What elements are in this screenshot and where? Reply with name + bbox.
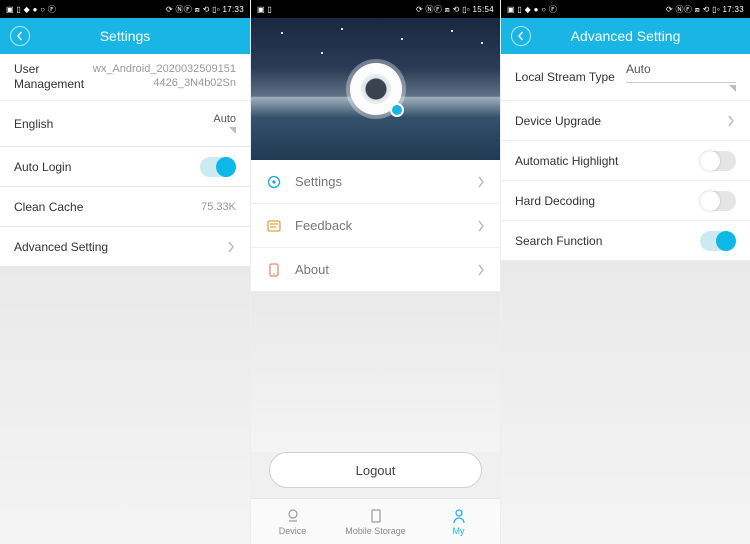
hard-decoding-label: Hard Decoding: [515, 194, 595, 208]
logout-button[interactable]: Logout: [269, 452, 482, 488]
about-icon: [265, 261, 283, 279]
language-value: Auto: [213, 113, 236, 125]
chevron-left-icon: [15, 31, 25, 41]
settings-list: User Management wx_Android_2020032509151…: [0, 54, 250, 267]
menu-settings[interactable]: Settings: [251, 160, 500, 204]
back-button[interactable]: [10, 26, 30, 46]
user-management-value2: 4426_3N4b02Sn: [93, 77, 236, 91]
user-icon: [452, 508, 466, 524]
dropdown-icon: [729, 85, 736, 92]
chevron-left-icon: [516, 31, 526, 41]
clean-cache-row[interactable]: Clean Cache 75.33K: [0, 187, 250, 227]
menu-feedback-label: Feedback: [295, 218, 352, 233]
status-bar: ▣ ▯ ◆ ● ○ Ⓕ ⟳ ⓃⒻ ⧈ ⟲ ▯▫ 17:33: [501, 0, 750, 18]
logout-label: Logout: [356, 463, 396, 478]
screen-settings: ▣ ▯ ◆ ● ○ Ⓕ ⟳ ⓃⒻ ⧈ ⟲ ▯▫ 17:33 Settings U…: [0, 0, 250, 544]
local-stream-label: Local Stream Type: [515, 70, 615, 84]
tab-device[interactable]: Device: [251, 499, 334, 544]
status-bar: ▣ ▯ ⟳ ⓃⒻ ⧈ ⟲ ▯▫ 15:54: [251, 0, 500, 18]
hard-decoding-switch[interactable]: [700, 191, 736, 211]
header-title: Advanced Setting: [571, 28, 681, 44]
header-title: Settings: [100, 28, 151, 44]
device-upgrade-row[interactable]: Device Upgrade: [501, 101, 750, 141]
user-management-label: User Management: [14, 62, 93, 92]
search-function-switch[interactable]: [700, 231, 736, 251]
empty-area: [501, 261, 750, 544]
tab-my-label: My: [453, 526, 465, 536]
language-label: English: [14, 117, 53, 131]
menu-about-label: About: [295, 262, 329, 277]
clean-cache-label: Clean Cache: [14, 200, 83, 214]
user-management-value1: wx_Android_2020032509151: [93, 63, 236, 77]
menu-about[interactable]: About: [251, 248, 500, 292]
search-function-row: Search Function: [501, 221, 750, 261]
tab-bar: Device Mobile Storage My: [251, 498, 500, 544]
auto-highlight-label: Automatic Highlight: [515, 154, 618, 168]
device-icon: [284, 508, 302, 524]
tab-device-label: Device: [279, 526, 307, 536]
tab-my[interactable]: My: [417, 499, 500, 544]
status-bar: ▣ ▯ ◆ ● ○ Ⓕ ⟳ ⓃⒻ ⧈ ⟲ ▯▫ 17:33: [0, 0, 250, 18]
advanced-list: Local Stream Type Auto Device Upgrade Au…: [501, 54, 750, 261]
status-right: ⟳ ⓃⒻ ⧈ ⟲ ▯▫ 17:33: [166, 4, 244, 15]
chevron-right-icon: [726, 114, 736, 128]
screen-advanced: ▣ ▯ ◆ ● ○ Ⓕ ⟳ ⓃⒻ ⧈ ⟲ ▯▫ 17:33 Advanced S…: [500, 0, 750, 544]
clean-cache-value: 75.33K: [201, 201, 236, 213]
auto-login-label: Auto Login: [14, 160, 71, 174]
empty-area: [0, 267, 250, 544]
auto-login-row: Auto Login: [0, 147, 250, 187]
verified-badge-icon: [390, 103, 404, 117]
my-menu: Settings Feedback About: [251, 160, 500, 292]
chevron-right-icon: [476, 263, 486, 277]
local-stream-value: Auto: [626, 62, 651, 76]
tab-storage-label: Mobile Storage: [345, 526, 406, 536]
status-left: ▣ ▯ ◆ ● ○ Ⓕ: [507, 4, 557, 15]
header-bar: Settings: [0, 18, 250, 54]
camera-icon: [361, 74, 391, 104]
status-right: ⟳ ⓃⒻ ⧈ ⟲ ▯▫ 17:33: [666, 4, 744, 15]
storage-icon: [369, 508, 383, 524]
empty-area: [251, 292, 500, 452]
gear-icon: [265, 173, 283, 191]
language-row[interactable]: English Auto: [0, 101, 250, 147]
screen-my: ▣ ▯ ⟳ ⓃⒻ ⧈ ⟲ ▯▫ 15:54 Settings Feedb: [250, 0, 500, 544]
advanced-setting-row[interactable]: Advanced Setting: [0, 227, 250, 267]
dropdown-icon: [229, 127, 236, 134]
hard-decoding-row: Hard Decoding: [501, 181, 750, 221]
status-right: ⟳ ⓃⒻ ⧈ ⟲ ▯▫ 15:54: [416, 4, 494, 15]
search-function-label: Search Function: [515, 234, 602, 248]
device-upgrade-label: Device Upgrade: [515, 114, 601, 128]
status-left: ▣ ▯ ◆ ● ○ Ⓕ: [6, 4, 56, 15]
auto-highlight-row: Automatic Highlight: [501, 141, 750, 181]
feedback-icon: [265, 217, 283, 235]
menu-feedback[interactable]: Feedback: [251, 204, 500, 248]
chevron-right-icon: [226, 240, 236, 254]
back-button[interactable]: [511, 26, 531, 46]
header-bar: Advanced Setting: [501, 18, 750, 54]
status-left: ▣ ▯: [257, 5, 272, 14]
menu-settings-label: Settings: [295, 174, 342, 189]
chevron-right-icon: [476, 219, 486, 233]
auto-highlight-switch[interactable]: [700, 151, 736, 171]
user-management-row[interactable]: User Management wx_Android_2020032509151…: [0, 54, 250, 101]
advanced-setting-label: Advanced Setting: [14, 240, 108, 254]
auto-login-switch[interactable]: [200, 157, 236, 177]
profile-hero: [251, 18, 500, 160]
chevron-right-icon: [476, 175, 486, 189]
tab-storage[interactable]: Mobile Storage: [334, 499, 417, 544]
local-stream-row[interactable]: Local Stream Type Auto: [501, 54, 750, 101]
avatar[interactable]: [350, 63, 402, 115]
